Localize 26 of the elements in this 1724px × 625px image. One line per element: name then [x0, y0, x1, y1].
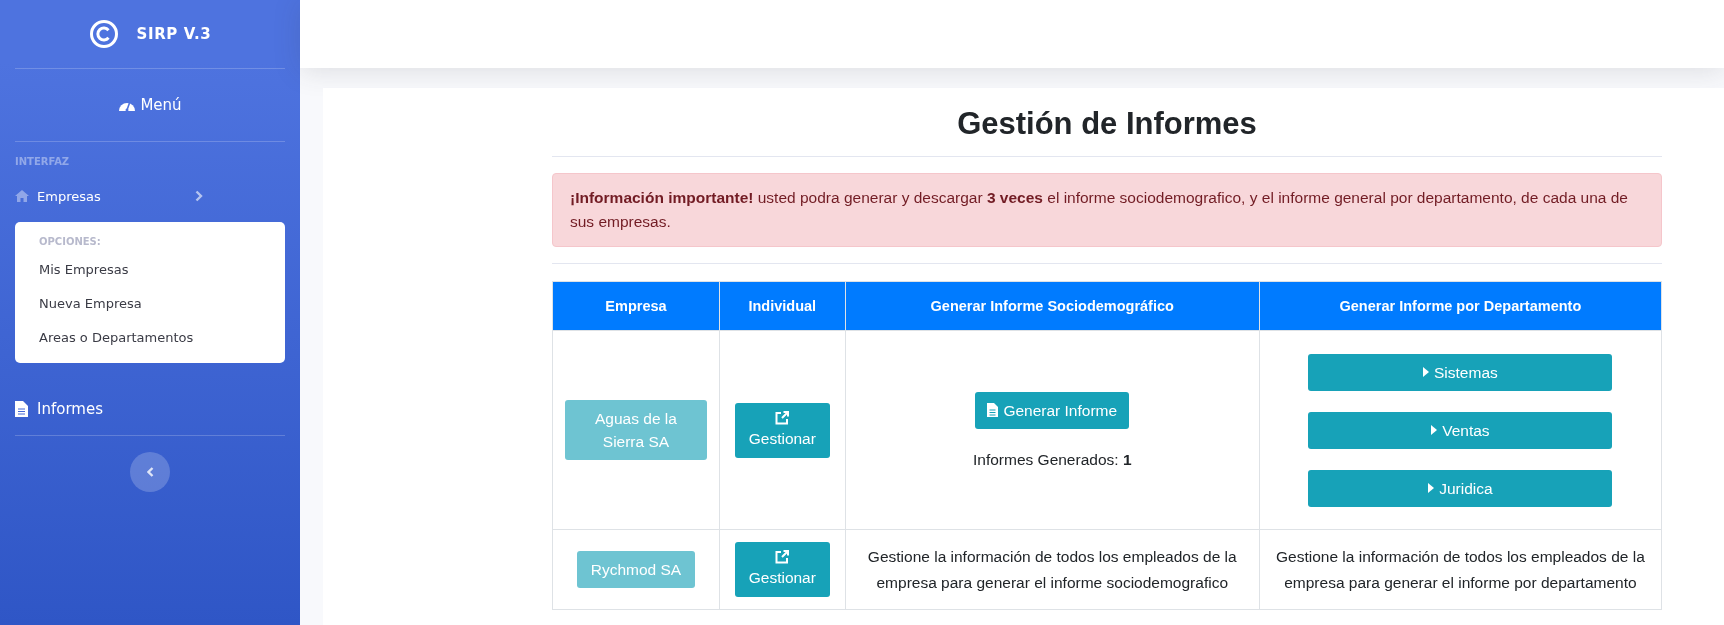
company-button[interactable]: Rychmod SA [576, 551, 696, 588]
column-header: Individual [719, 281, 846, 331]
department-button[interactable]: Ventas [1308, 411, 1613, 449]
alert-message: ¡Información importante! usted podra generar y descargar 3 veces el informe sociodemografico, y el informe general por departamento, de cada una de sus empresas. [552, 173, 1662, 247]
submenu-heading: OPCIONES: [38, 235, 102, 249]
cell-description: Gestione la información de todos los empleados de la empresa para generar el informe por departamento [1275, 546, 1646, 593]
page-title: Gestión de Informes [956, 106, 1258, 142]
department-button[interactable]: Sistemas [1308, 353, 1613, 391]
generate-report-button[interactable]: Generar Informe [975, 391, 1130, 429]
submenu-item[interactable]: Areas o Departamentos [15, 321, 285, 355]
company-button[interactable]: Aguas de la Sierra SA [565, 400, 707, 460]
submenu-item[interactable]: Mis Empresas [15, 253, 285, 287]
reports-count: Informes Generados: 1 [971, 450, 1133, 469]
nav-item[interactable]: Informes [15, 383, 285, 435]
column-header: Generar Informe por Departamento [1259, 281, 1662, 331]
nav-item[interactable]: Empresas [15, 178, 285, 214]
section-heading: INTERFAZ [15, 155, 71, 169]
submenu-item[interactable]: Nueva Empresa [15, 287, 285, 321]
menu-link[interactable]: Menú [15, 69, 285, 141]
department-button[interactable]: Juridica [1308, 469, 1613, 507]
column-header: Empresa [552, 281, 720, 331]
manage-button[interactable]: Gestionar [734, 542, 830, 597]
manage-button[interactable]: Gestionar [734, 402, 830, 458]
cell-description: Gestione la información de todos los empleados de la empresa para generar el informe sociodemografico [866, 546, 1238, 593]
brand-name: SIRP V.3 [136, 25, 212, 43]
column-header: Generar Informe Sociodemográfico [845, 281, 1260, 331]
